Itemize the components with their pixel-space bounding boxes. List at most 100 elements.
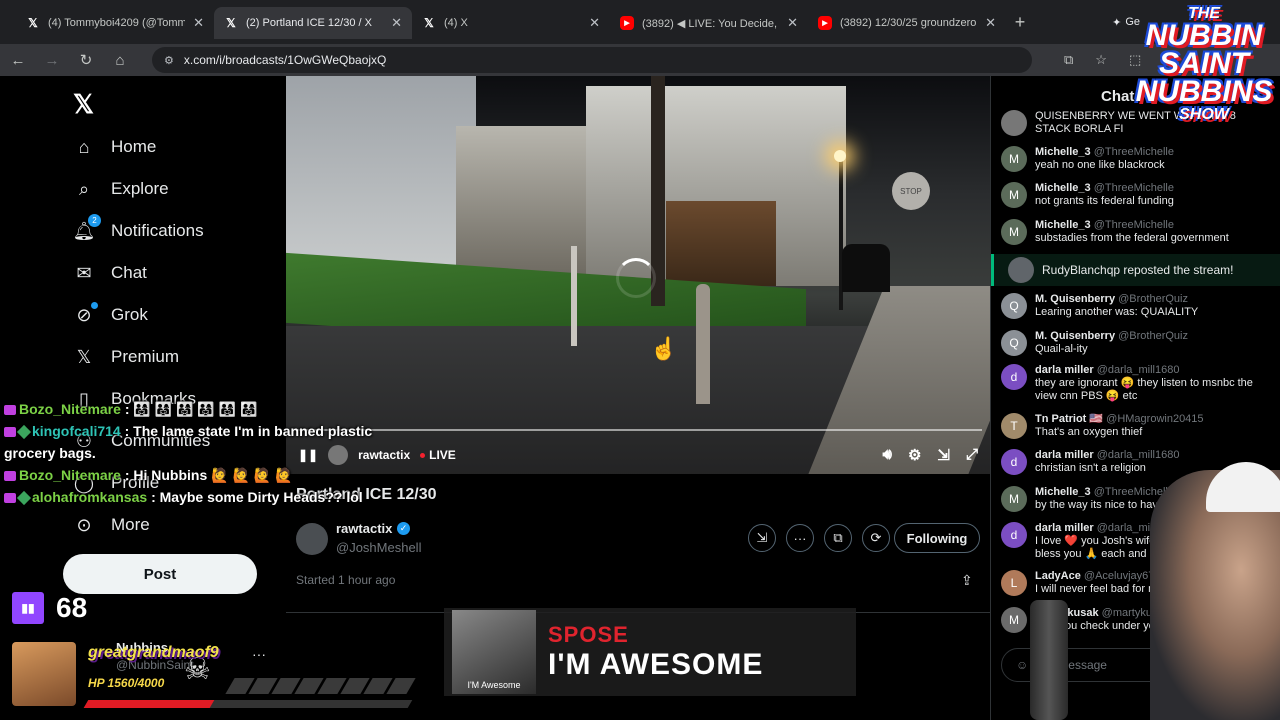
browser-tab-bar: 𝕏 (4) Tommyboi4209 (@Tommy4 ✕ 𝕏 (2) Port… [0, 0, 1280, 44]
chat-message: Q M. Quisenberry @BrotherQuiz Learing ano… [1001, 293, 1271, 319]
post-button[interactable]: Post [63, 554, 257, 594]
volume-icon[interactable]: 🔊︎ [883, 446, 892, 464]
sidebar-item-notifications[interactable]: 🔔︎ 2 Notifications [73, 214, 204, 242]
picture-in-picture-icon[interactable]: ⧉ [824, 524, 852, 552]
sub-badge-icon [4, 471, 16, 482]
chat-avatar: M [1001, 219, 1027, 245]
more-options-icon[interactable]: ··· [786, 524, 814, 552]
repost-icon[interactable]: ⟳ [862, 524, 890, 552]
chat-handle: @darla_mill1680 [1096, 364, 1180, 376]
tab-title: (4) X [444, 17, 468, 29]
chat-handle: @ThreeMichelle [1093, 146, 1174, 158]
chat-message-text: yeah no one like blackrock [1035, 159, 1165, 171]
overlay-username: alohafromkansas [32, 489, 148, 505]
verified-badge-icon: ✓ [397, 522, 410, 535]
browser-tab[interactable]: ▶ (3892) 12/30/25 groundzeropd ✕ [808, 7, 1006, 39]
sidebar-item-explore[interactable]: ⌕ Explore [73, 178, 169, 200]
back-icon[interactable]: ← [10, 52, 26, 69]
overlay-username: kingofcali714 [32, 423, 121, 439]
sidebar-item-label: Notifications [111, 221, 204, 240]
chat-avatar: Q [1001, 293, 1027, 319]
tab-title: (3892) 12/30/25 groundzeropd [840, 17, 978, 29]
broadcaster-avatar[interactable] [296, 523, 328, 555]
close-icon[interactable]: ✕ [985, 15, 996, 31]
dock-icon[interactable]: ⇲ [748, 524, 776, 552]
chat-username[interactable]: M. Quisenberry [1035, 330, 1115, 342]
bookmark-star-icon[interactable]: ☆ [1095, 52, 1107, 68]
chat-avatar: d [1001, 522, 1027, 548]
chat-message: M Michelle_3 @ThreeMichelle not grants it… [1001, 182, 1271, 208]
chat-message-text: substadies from the federal government [1035, 232, 1229, 244]
chat-username[interactable]: Michelle_3 [1035, 182, 1091, 194]
chat-username[interactable]: Tn Patriot 🇺🇸 [1035, 413, 1103, 425]
unread-dot [91, 302, 98, 309]
sidebar-item-grok[interactable]: ⊘ Grok [73, 302, 148, 326]
browser-tab[interactable]: 𝕏 (4) Tommyboi4209 (@Tommy4 ✕ [16, 7, 214, 39]
overlay-text: : Hi Nubbins 🙋 🙋 🙋 🙋 [124, 467, 293, 483]
video-right-controls: 🔊︎ ⚙ ⇲ ⤢ [883, 446, 979, 464]
overlay-chat-line: alohafromkansas : Maybe some Dirty Heads… [4, 486, 394, 508]
chat-header: Chat [1101, 88, 1135, 105]
search-icon: ⌕ [78, 178, 90, 199]
tab-title: (2) Portland ICE 12/30 / X [246, 17, 372, 29]
now-playing-widget: I'M Awesome SPOSE I'M AWESOME [444, 608, 856, 696]
hp-bar-fill [83, 700, 215, 708]
close-icon[interactable]: ✕ [391, 15, 402, 31]
close-icon[interactable]: ✕ [589, 15, 600, 31]
broadcaster-handle: @JoshMeshell [336, 540, 422, 555]
chat-username[interactable]: Michelle_3 [1035, 486, 1091, 498]
settings-gear-icon[interactable]: ⚙ [908, 446, 921, 464]
install-icon[interactable]: ⧉ [1064, 52, 1073, 68]
overlay-chat-line: Bozo_Nitemare : 👨‍👩‍👧 👨‍👩‍👧 👨‍👩‍👧 👨‍👩‍👧 … [4, 398, 394, 420]
chat-message-text: christian isn't a religion [1035, 462, 1146, 474]
new-tab-button[interactable]: + [1006, 8, 1034, 36]
chat-avatar: M [1001, 182, 1027, 208]
site-info-icon[interactable]: ⚙ [164, 54, 174, 67]
chat-username[interactable]: darla miller [1035, 364, 1094, 376]
sidebar-item-premium[interactable]: 𝕏 Premium [73, 346, 179, 368]
broadcaster-name[interactable]: rawtactix [336, 521, 392, 536]
home-icon[interactable]: ⌂ [112, 52, 128, 69]
video-progress-bar[interactable] [292, 429, 982, 431]
chat-username[interactable]: darla miller [1035, 449, 1094, 461]
close-icon[interactable]: ✕ [193, 15, 204, 31]
emoji-icon[interactable]: ☺ [1016, 658, 1028, 672]
chat-handle: @BrotherQuiz [1118, 330, 1188, 342]
hp-username: greatgrandmaof9 [88, 644, 219, 661]
dock-icon[interactable]: ⇲ [937, 446, 950, 464]
overlay-text: : 👨‍👩‍👧 👨‍👩‍👧 👨‍👩‍👧 👨‍👩‍👧 👨‍👩‍👧 👨‍👩‍👧 [124, 401, 258, 417]
chat-avatar: Q [1001, 330, 1027, 356]
hp-user-avatar [12, 642, 76, 706]
sidebar-item-label: Grok [111, 305, 148, 324]
address-bar[interactable]: ⚙ x.com/i/broadcasts/1OwGWeQbaojxQ [152, 47, 1032, 73]
chat-handle: @Aceluvjay67 [1083, 570, 1155, 582]
reload-icon[interactable]: ↻ [78, 51, 94, 69]
browser-tab[interactable]: 𝕏 (4) X ✕ [412, 7, 610, 39]
chat-username[interactable]: M. Quisenberry [1035, 293, 1115, 305]
browser-tab[interactable]: ▶ (3892) ◀ LIVE: You Decide, Has ✕ [610, 7, 808, 39]
chat-message-text: Learing another was: QUAIALITY [1035, 306, 1199, 318]
tab-title: (3892) ◀ LIVE: You Decide, Has [642, 17, 779, 30]
sidebar-item-home[interactable]: ⌂ Home [73, 136, 157, 158]
video-scene-pole [571, 246, 577, 346]
chat-avatar: M [1001, 486, 1027, 512]
chat-username[interactable]: Michelle_3 [1035, 146, 1091, 158]
fullscreen-icon[interactable]: ⤢ [966, 446, 978, 464]
grok-icon: ⊘ [73, 302, 98, 326]
following-button[interactable]: Following [894, 523, 980, 553]
x-icon: 𝕏 [28, 16, 38, 30]
chat-username[interactable]: Michelle_3 [1035, 219, 1091, 231]
chat-message-text: Quail-al-ity [1035, 343, 1088, 355]
x-logo-icon[interactable]: 𝕏 [73, 89, 94, 120]
forward-icon[interactable]: → [44, 52, 60, 69]
close-icon[interactable]: ✕ [787, 15, 798, 31]
sidebar-item-more[interactable]: ⊙ More [73, 514, 149, 536]
chat-handle: @HMagrowin20415 [1106, 413, 1204, 425]
browser-tab-active[interactable]: 𝕏 (2) Portland ICE 12/30 / X ✕ [214, 7, 412, 39]
chat-username[interactable]: LadyAce [1035, 570, 1081, 582]
share-icon[interactable]: ⇪ [961, 572, 973, 589]
chat-username[interactable]: darla miller [1035, 522, 1094, 534]
chat-message: M Michelle_3 @ThreeMichelle substadies fr… [1001, 219, 1271, 245]
sidebar-item-chat[interactable]: ✉ Chat [73, 262, 146, 284]
account-more-icon[interactable]: ··· [252, 646, 266, 662]
